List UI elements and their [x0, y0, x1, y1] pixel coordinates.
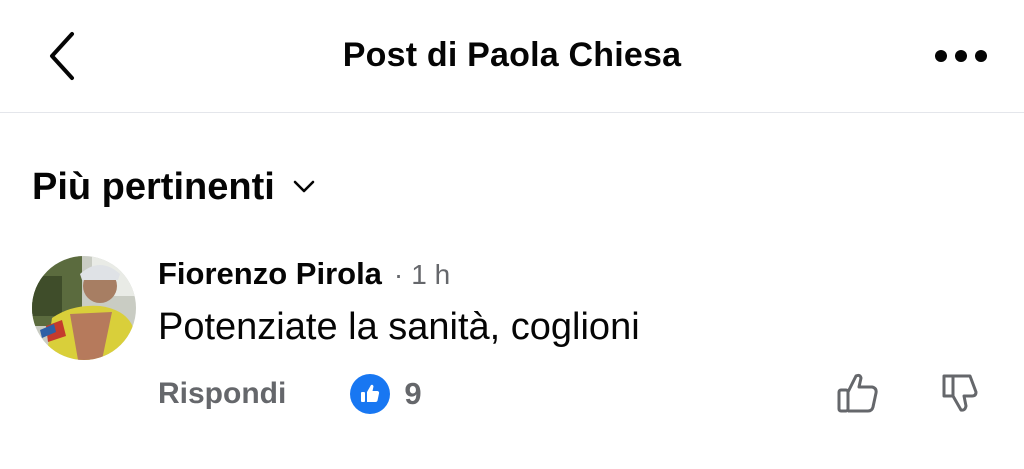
chevron-down-icon [293, 180, 315, 194]
sort-label: Più pertinenti [32, 165, 275, 208]
post-page: Post di Paola Chiesa Più pertinenti Fior… [0, 0, 1024, 469]
more-horizontal-icon [935, 50, 987, 62]
avatar[interactable] [32, 256, 136, 360]
header-bar: Post di Paola Chiesa [0, 0, 1024, 113]
comment-header: Fiorenzo Pirola · 1 h [158, 256, 450, 300]
sort-selector[interactable]: Più pertinenti [32, 162, 315, 212]
comment-actions: Rispondi 9 [158, 372, 422, 416]
reaction-count[interactable]: 9 [404, 376, 421, 412]
upvote-button[interactable] [832, 368, 884, 418]
like-reaction-icon[interactable] [350, 374, 391, 414]
reply-button[interactable]: Rispondi [158, 377, 286, 411]
page-title: Post di Paola Chiesa [342, 36, 682, 74]
downvote-button[interactable] [934, 368, 986, 418]
comment-timestamp[interactable]: 1 h [411, 259, 450, 291]
more-options-button[interactable] [928, 36, 994, 76]
comment-body: Potenziate la sanità, coglioni [158, 306, 640, 348]
thumbs-down-outline-icon [942, 374, 978, 412]
separator-dot: · [393, 259, 404, 290]
comment-author[interactable]: Fiorenzo Pirola [158, 256, 382, 292]
thumbs-up-outline-icon [837, 373, 878, 413]
